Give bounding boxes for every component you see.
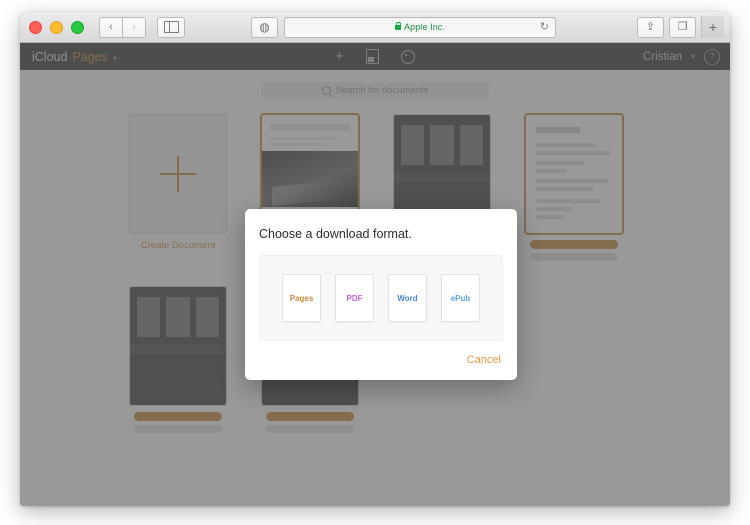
- lock-icon: [395, 25, 401, 30]
- back-button[interactable]: ‹: [99, 17, 122, 38]
- maximize-window-button[interactable]: [71, 21, 84, 34]
- format-epub-button[interactable]: ePub: [441, 274, 480, 322]
- navigation-buttons: ‹ ›: [99, 17, 146, 38]
- address-bar-content: Apple Inc.: [395, 22, 445, 32]
- sidebar-icon: [164, 21, 179, 33]
- browser-toolbar: ‹ › ◍ Apple Inc. ↻ ⇪ ❐ +: [20, 12, 730, 43]
- sidebar-toggle-button[interactable]: [157, 17, 185, 38]
- web-page: iCloud Pages ▾ + Cristian ▾ ?: [20, 43, 730, 506]
- window-traffic-lights: [29, 21, 84, 34]
- format-word-label: Word: [397, 294, 417, 303]
- safari-browser-window: ‹ › ◍ Apple Inc. ↻ ⇪ ❐ +: [20, 12, 730, 506]
- format-pages-label: Pages: [290, 294, 314, 303]
- share-button[interactable]: ⇪: [637, 17, 664, 38]
- screenshot-root: ‹ › ◍ Apple Inc. ↻ ⇪ ❐ +: [0, 0, 750, 525]
- format-pages-button[interactable]: Pages: [282, 274, 321, 322]
- reader-icon: ◍: [259, 21, 269, 33]
- forward-button[interactable]: ›: [122, 17, 146, 38]
- minimize-window-button[interactable]: [50, 21, 63, 34]
- show-tabs-button[interactable]: ❐: [669, 17, 696, 38]
- address-bar[interactable]: Apple Inc. ↻: [284, 17, 556, 38]
- dialog-title: Choose a download format.: [245, 209, 517, 241]
- format-epub-label: ePub: [451, 294, 471, 303]
- format-options-panel: Pages PDF Word ePub: [259, 255, 503, 341]
- new-tab-button[interactable]: +: [701, 16, 724, 38]
- close-window-button[interactable]: [29, 21, 42, 34]
- cancel-button[interactable]: Cancel: [467, 354, 501, 366]
- dialog-footer: Cancel: [245, 341, 517, 380]
- format-pdf-label: PDF: [347, 294, 363, 303]
- address-bar-text: Apple Inc.: [404, 22, 445, 32]
- format-pdf-button[interactable]: PDF: [335, 274, 374, 322]
- reload-button[interactable]: ↻: [540, 22, 549, 33]
- format-word-button[interactable]: Word: [388, 274, 427, 322]
- download-format-dialog: Choose a download format. Pages PDF Word…: [245, 209, 517, 380]
- browser-toolbar-right: ⇪ ❐ +: [632, 16, 724, 38]
- reader-view-button[interactable]: ◍: [251, 17, 278, 38]
